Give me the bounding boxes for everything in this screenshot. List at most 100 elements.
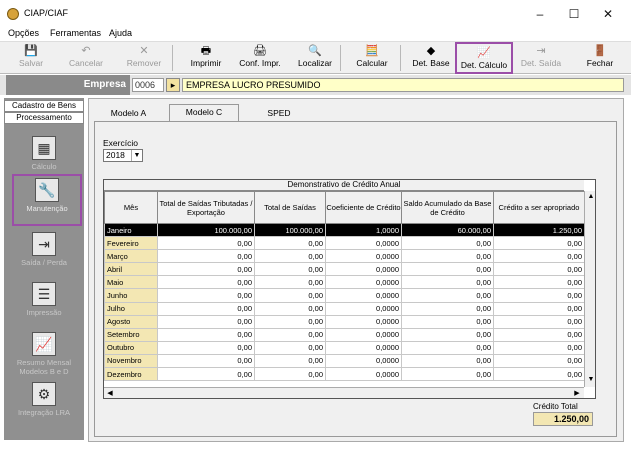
value-cell: 0,00 <box>157 262 255 277</box>
toolbar-button-label: Localizar <box>297 58 333 68</box>
toolbar-button-label: Fechar <box>586 58 614 68</box>
toolbar-button-label: Det. Base <box>412 58 450 68</box>
table-row[interactable]: Junho 0,00 0,00 0,0000 0,00 0,00 <box>104 288 585 303</box>
det-saída-button[interactable]: ⇥ Det. Saída <box>516 42 566 74</box>
value-cell: 0,00 <box>401 236 494 251</box>
empresa-name-field: EMPRESA LUCRO PRESUMIDO <box>182 78 624 92</box>
table-row[interactable]: Março 0,00 0,00 0,0000 0,00 0,00 <box>104 249 585 264</box>
sidebar-item-integracao-lra[interactable]: ⚙ Integração LRA <box>8 380 80 430</box>
table-row[interactable]: Abril 0,00 0,00 0,0000 0,00 0,00 <box>104 262 585 277</box>
value-cell: 0,00 <box>254 288 326 303</box>
menu-opcoes[interactable]: Opções <box>8 28 39 38</box>
empresa-code-field[interactable]: 0006 <box>132 78 164 92</box>
column-header[interactable]: Mês <box>104 191 158 224</box>
calculator-icon: ▦ <box>32 136 56 160</box>
value-cell: 100.000,00 <box>157 222 255 238</box>
value-cell: 100.000,00 <box>254 222 326 238</box>
imprimir-button[interactable]: 🖶 Imprimir <box>178 42 234 74</box>
toolbar-button-label: Remover <box>126 58 162 68</box>
remover-button[interactable]: ✕ Remover <box>118 42 170 74</box>
toolbar-button-label: Det. Saída <box>520 58 562 68</box>
value-cell: 0,00 <box>493 236 585 251</box>
save-icon: 💾 <box>24 45 38 57</box>
exit-arrow-icon: ⇥ <box>32 232 56 256</box>
credito-total-label: Crédito Total <box>533 402 578 411</box>
conf-impr-button[interactable]: 🖨 Conf. Impr. <box>232 42 288 74</box>
sidebar-tab-cadastro-de-bens[interactable]: Cadastro de Bens <box>4 100 84 112</box>
folder-open-icon[interactable]: ▸ <box>166 78 180 92</box>
toolbar-button-label: Imprimir <box>190 58 222 68</box>
menu-ferramentas[interactable]: Ferramentas <box>50 28 101 38</box>
salvar-button[interactable]: 💾 Salvar <box>4 42 58 74</box>
scroll-right-icon[interactable]: ▶ <box>572 389 582 398</box>
sidebar-tab-processamento[interactable]: Processamento <box>4 112 84 124</box>
scroll-left-icon[interactable]: ◀ <box>105 389 115 398</box>
close-button[interactable]: ✕ <box>596 4 620 24</box>
month-cell: Fevereiro <box>104 236 158 251</box>
table-row[interactable]: Dezembro 0,00 0,00 0,0000 0,00 0,00 <box>104 367 585 382</box>
table-header-row: Mês Total de Saídas Tributadas / Exportaç… <box>104 191 585 224</box>
month-cell: Dezembro <box>104 367 158 382</box>
column-header[interactable]: Coeficiente de Crédito <box>325 191 402 224</box>
table-row[interactable]: Setembro 0,00 0,00 0,0000 0,00 0,00 <box>104 327 585 342</box>
calcular-button[interactable]: 🧮 Calcular <box>346 42 398 74</box>
month-cell: Maio <box>104 275 158 290</box>
tab-modelo-c[interactable]: Modelo C <box>169 104 239 121</box>
table-row[interactable]: Agosto 0,00 0,00 0,0000 0,00 0,00 <box>104 314 585 329</box>
value-cell: 0,00 <box>401 301 494 316</box>
toolbar-button-label: Conf. Impr. <box>239 58 281 68</box>
credito-table: Mês Total de Saídas Tributadas / Exportaç… <box>104 191 585 382</box>
minimize-button[interactable]: – <box>528 4 552 24</box>
sidebar-item-manutencao[interactable]: 🔧 Manutenção <box>12 174 82 226</box>
sidebar-item-saida-perda[interactable]: ⇥ Saída / Perda <box>8 230 80 280</box>
sidebar-item-impressao[interactable]: ☰ Impressão <box>8 280 80 330</box>
value-cell: 0,00 <box>254 249 326 264</box>
localizar-button[interactable]: 🔍 Localizar <box>292 42 338 74</box>
value-cell: 0,00 <box>401 249 494 264</box>
column-header[interactable]: Crédito a ser apropriado <box>493 191 585 224</box>
value-cell: 0,0000 <box>325 340 402 355</box>
chart-icon: 📈 <box>32 332 56 356</box>
value-cell: 0,00 <box>254 367 326 382</box>
horizontal-scrollbar[interactable]: ◀ ▶ <box>104 387 584 398</box>
sidebar-item-label: Cálculo <box>31 162 57 171</box>
exercicio-select[interactable]: 2018 ▼ <box>103 149 143 162</box>
table-row[interactable]: Fevereiro 0,00 0,00 0,0000 0,00 0,00 <box>104 236 585 251</box>
value-cell: 0,0000 <box>325 249 402 264</box>
vertical-scrollbar[interactable]: ▲ ▼ <box>584 191 595 387</box>
scroll-up-icon[interactable]: ▲ <box>586 192 595 202</box>
month-cell: Junho <box>104 288 158 303</box>
column-header[interactable]: Total de Saídas <box>254 191 326 224</box>
value-cell: 0,0000 <box>325 314 402 329</box>
cancelar-button[interactable]: ↶ Cancelar <box>60 42 112 74</box>
det-cálculo-button[interactable]: 📈 Det. Cálculo <box>455 42 513 74</box>
value-cell: 0,00 <box>401 288 494 303</box>
value-cell: 0,00 <box>493 367 585 382</box>
menu-ajuda[interactable]: Ajuda <box>109 28 132 38</box>
table-row[interactable]: Outubro 0,00 0,00 0,0000 0,00 0,00 <box>104 340 585 355</box>
maximize-button[interactable]: ☐ <box>562 4 586 24</box>
tab-modelo-a[interactable]: Modelo A <box>101 106 156 120</box>
table-row[interactable]: Janeiro 100.000,00 100.000,00 1,0000 60.000,… <box>104 222 585 238</box>
sidebar-item-resumo-mensal[interactable]: 📈 Resumo Mensal Modelos B e D <box>8 330 80 380</box>
table-row[interactable]: Maio 0,00 0,00 0,0000 0,00 0,00 <box>104 275 585 290</box>
printer-icon: 🖶 <box>200 45 212 57</box>
value-cell: 0,0000 <box>325 236 402 251</box>
value-cell: 0,00 <box>401 367 494 382</box>
value-cell: 0,00 <box>401 327 494 342</box>
det-base-button[interactable]: ◆ Det. Base <box>406 42 456 74</box>
scroll-down-icon[interactable]: ▼ <box>586 375 595 385</box>
table-row[interactable]: Novembro 0,00 0,00 0,0000 0,00 0,00 <box>104 353 585 369</box>
table-row[interactable]: Julho 0,00 0,00 0,0000 0,00 0,00 <box>104 301 585 316</box>
sidebar: Cadastro de Bens Processamento ▦ Cálculo… <box>4 98 84 440</box>
toolbar-separator <box>340 45 341 71</box>
column-header[interactable]: Total de Saídas Tributadas / Exportação <box>157 191 255 224</box>
column-header[interactable]: Saldo Acumulado da Base de Crédito <box>401 191 494 224</box>
value-cell: 0,00 <box>254 301 326 316</box>
title-bar: CIAP/CIAF – ☐ ✕ <box>0 0 631 28</box>
fechar-button[interactable]: 🚪 Fechar <box>578 42 622 74</box>
tab-sped[interactable]: SPED <box>249 106 309 120</box>
value-cell: 0,00 <box>157 288 255 303</box>
modelo-c-panel: Exercício 2018 ▼ Demonstrativo de Crédit… <box>94 121 617 437</box>
search-icon: 🔍 <box>308 45 322 57</box>
